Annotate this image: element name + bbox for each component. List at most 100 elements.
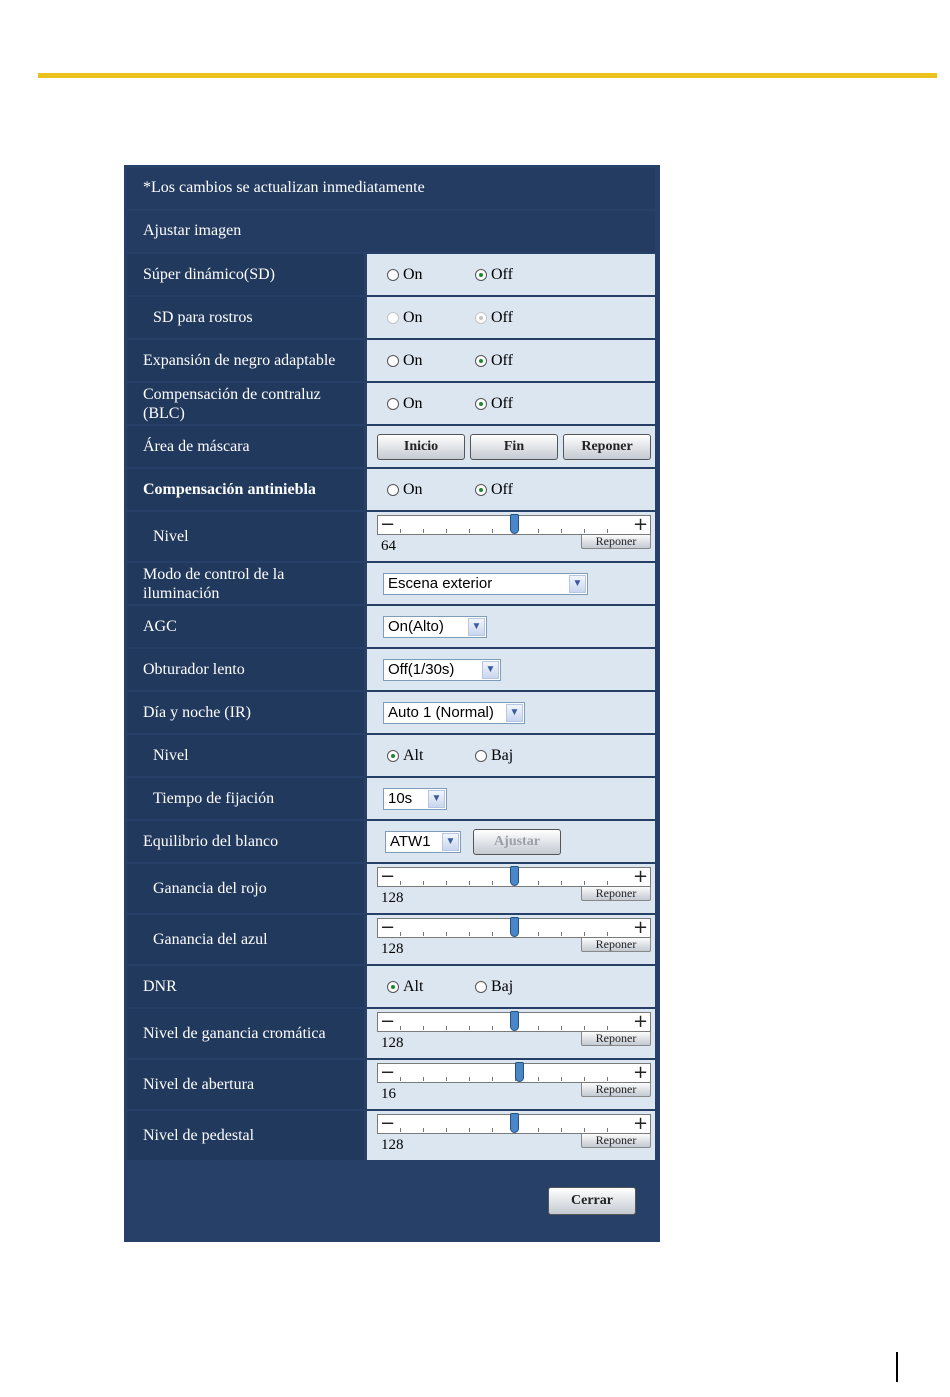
minus-icon[interactable]: − [378,919,397,937]
slider-ticks [400,1077,628,1081]
header-rule [38,73,937,78]
agc-select[interactable]: On(Alto) ▼ [383,615,487,638]
radio-label: On [403,351,423,369]
radio-super-dynamic-off[interactable]: Off [475,266,525,284]
row-fog-level: Nivel − + 64 Reponer [127,512,655,561]
select-value: Escena exterior [388,575,493,592]
radio-adaptive-black-off[interactable]: Off [475,352,525,370]
label-super-dynamic: Súper dinámico(SD) [127,254,364,295]
minus-icon[interactable]: − [378,1013,397,1031]
aperture-reset-button[interactable]: Reponer [581,1081,651,1097]
label-blc: Compensación de contraluz (BLC) [127,383,364,424]
row-chroma: Nivel de ganancia cromática − + 128 Repo… [127,1009,655,1058]
slider-thumb[interactable] [510,917,519,937]
pedestal-slider[interactable]: − + [377,1113,651,1134]
radio-label: Baj [491,977,514,995]
minus-icon[interactable]: − [378,1115,397,1133]
slider-thumb[interactable] [510,866,519,886]
fog-level-value: 64 [381,537,396,554]
blue-gain-reset-button[interactable]: Reponer [581,936,651,952]
slider-thumb[interactable] [510,1113,519,1133]
radio-selected-icon [475,354,487,367]
plus-icon[interactable]: + [631,1013,650,1031]
section-title: Ajustar imagen [127,211,655,252]
label-dnr: DNR [127,966,364,1007]
chevron-down-icon: ▼ [482,660,499,679]
radio-label: Off [491,351,513,369]
chevron-down-icon: ▼ [468,617,485,636]
red-gain-reset-button[interactable]: Reponer [581,885,651,901]
row-aperture: Nivel de abertura − + 16 Reponer [127,1060,655,1109]
radio-super-dynamic-on[interactable]: On [387,266,437,284]
row-blc: Compensación de contraluz (BLC) On Off [127,383,655,424]
radio-selected-icon [475,311,487,324]
minus-icon[interactable]: − [378,1064,397,1082]
radio-label: Off [491,394,513,412]
minus-icon[interactable]: − [378,516,397,534]
slider-thumb[interactable] [514,1062,524,1082]
radio-fog-off[interactable]: Off [475,481,525,499]
row-white-balance: Equilibrio del blanco ATW1 ▼ Ajustar [127,821,655,862]
mask-start-button[interactable]: Inicio [377,433,465,460]
radio-blc-on[interactable]: On [387,395,437,413]
mask-end-button[interactable]: Fin [470,433,558,460]
light-control-select[interactable]: Escena exterior ▼ [383,572,588,595]
radio-label: On [403,265,423,283]
slider-thumb[interactable] [510,514,519,534]
row-adaptive-black: Expansión de negro adaptable On Off [127,340,655,381]
aperture-value: 16 [381,1085,396,1102]
plus-icon[interactable]: + [631,919,650,937]
row-sd-faces: SD para rostros On Off [127,297,655,338]
minus-icon[interactable]: − [378,868,397,886]
label-fog-level: Nivel [127,512,364,561]
blue-gain-slider[interactable]: − + [377,917,651,938]
radio-circle-icon [475,980,487,993]
chroma-reset-button[interactable]: Reponer [581,1030,651,1046]
radio-dnr-baj[interactable]: Baj [475,978,525,996]
red-gain-slider[interactable]: − + [377,866,651,887]
dwell-select[interactable]: 10s ▼ [383,787,447,810]
plus-icon[interactable]: + [631,868,650,886]
chevron-down-icon: ▼ [428,789,445,808]
radio-dnr-alt[interactable]: Alt [387,978,437,996]
aperture-slider[interactable]: − + [377,1062,651,1083]
plus-icon[interactable]: + [631,1064,650,1082]
radio-adaptive-black-on[interactable]: On [387,352,437,370]
radio-circle-icon [387,397,399,410]
white-balance-select[interactable]: ATW1 ▼ [385,830,461,853]
radio-fog-on[interactable]: On [387,481,437,499]
radio-selected-icon [475,397,487,410]
white-balance-adjust-button[interactable]: Ajustar [473,828,561,855]
chroma-value: 128 [381,1034,404,1051]
radio-dn-level-baj[interactable]: Baj [475,747,525,765]
slider-thumb[interactable] [510,1011,519,1031]
radio-circle-icon [387,483,399,496]
radio-sd-faces-off: Off [475,309,525,327]
radio-label: Off [491,308,513,326]
radio-dn-level-alt[interactable]: Alt [387,747,437,765]
close-button[interactable]: Cerrar [548,1187,636,1215]
notice-text: *Los cambios se actualizan inmediatament… [127,168,655,209]
plus-icon[interactable]: + [631,1115,650,1133]
pedestal-reset-button[interactable]: Reponer [581,1132,651,1148]
row-fog: Compensación antiniebla On Off [127,469,655,510]
radio-label: On [403,480,423,498]
radio-blc-off[interactable]: Off [475,395,525,413]
fog-level-slider[interactable]: − + [377,514,651,535]
slow-shutter-select[interactable]: Off(1/30s) ▼ [383,658,501,681]
plus-icon[interactable]: + [631,516,650,534]
label-mask-area: Área de máscara [127,426,364,467]
radio-sd-faces-on: On [387,309,437,327]
row-dnr: DNR Alt Baj [127,966,655,1007]
label-dn-level: Nivel [127,735,364,776]
row-mask-area: Área de máscara Inicio Fin Reponer [127,426,655,467]
radio-label: Baj [491,746,514,764]
select-value: 10s [388,790,413,807]
mask-reset-button[interactable]: Reponer [563,433,651,460]
fog-level-reset-button[interactable]: Reponer [581,533,651,549]
radio-selected-icon [475,483,487,496]
label-line: (BLC) [143,404,185,422]
day-night-select[interactable]: Auto 1 (Normal) ▼ [383,701,525,724]
chroma-slider[interactable]: − + [377,1011,651,1032]
radio-label: Alt [403,977,424,995]
